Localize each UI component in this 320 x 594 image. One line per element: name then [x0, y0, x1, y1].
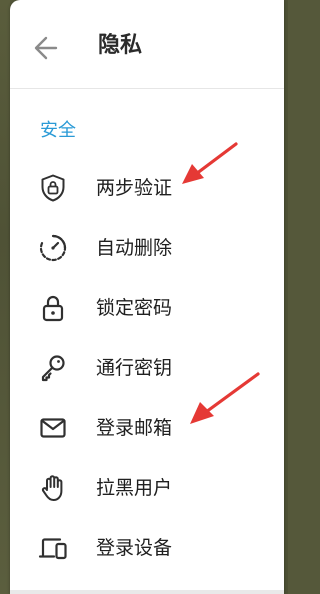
background-right-edge — [284, 0, 288, 594]
menu-item-label: 自动删除 — [96, 237, 173, 259]
menu-item-login-email[interactable]: 登录邮箱 — [10, 400, 284, 456]
header-bar: 隐私 — [10, 0, 284, 89]
menu-item-passkeys[interactable]: 通行密钥 — [10, 340, 284, 396]
background-left-edge — [0, 0, 10, 594]
shield-lock-icon — [38, 173, 68, 203]
padlock-icon — [38, 293, 68, 323]
menu-item-blocked-users[interactable]: 拉黑用户 — [10, 460, 284, 516]
bottom-divider — [10, 590, 284, 594]
devices-icon — [38, 533, 68, 563]
menu-item-label: 拉黑用户 — [96, 477, 173, 499]
menu-item-lock-password[interactable]: 锁定密码 — [10, 280, 284, 336]
menu-item-two-step-verification[interactable]: 两步验证 — [10, 160, 284, 216]
hand-icon — [38, 473, 68, 503]
menu-item-label: 登录设备 — [96, 537, 173, 559]
back-button[interactable] — [28, 30, 64, 66]
menu-item-login-devices[interactable]: 登录设备 — [10, 520, 284, 576]
menu-item-label: 登录邮箱 — [96, 417, 173, 439]
page-title: 隐私 — [98, 33, 143, 58]
back-arrow-icon — [34, 36, 58, 60]
mail-icon — [38, 413, 68, 443]
key-icon — [38, 353, 68, 383]
menu-item-auto-delete[interactable]: 自动删除 — [10, 220, 284, 276]
menu-item-label: 通行密钥 — [96, 357, 173, 379]
timer-icon — [38, 233, 68, 263]
menu-item-label: 锁定密码 — [96, 297, 173, 319]
menu-item-label: 两步验证 — [96, 177, 173, 199]
privacy-settings-panel: 隐私 安全 两步验证 自动删除 锁定密码 通行密钥 登录邮箱 拉黑用户 登录设备 — [10, 0, 284, 594]
section-label-security: 安全 — [40, 120, 76, 141]
